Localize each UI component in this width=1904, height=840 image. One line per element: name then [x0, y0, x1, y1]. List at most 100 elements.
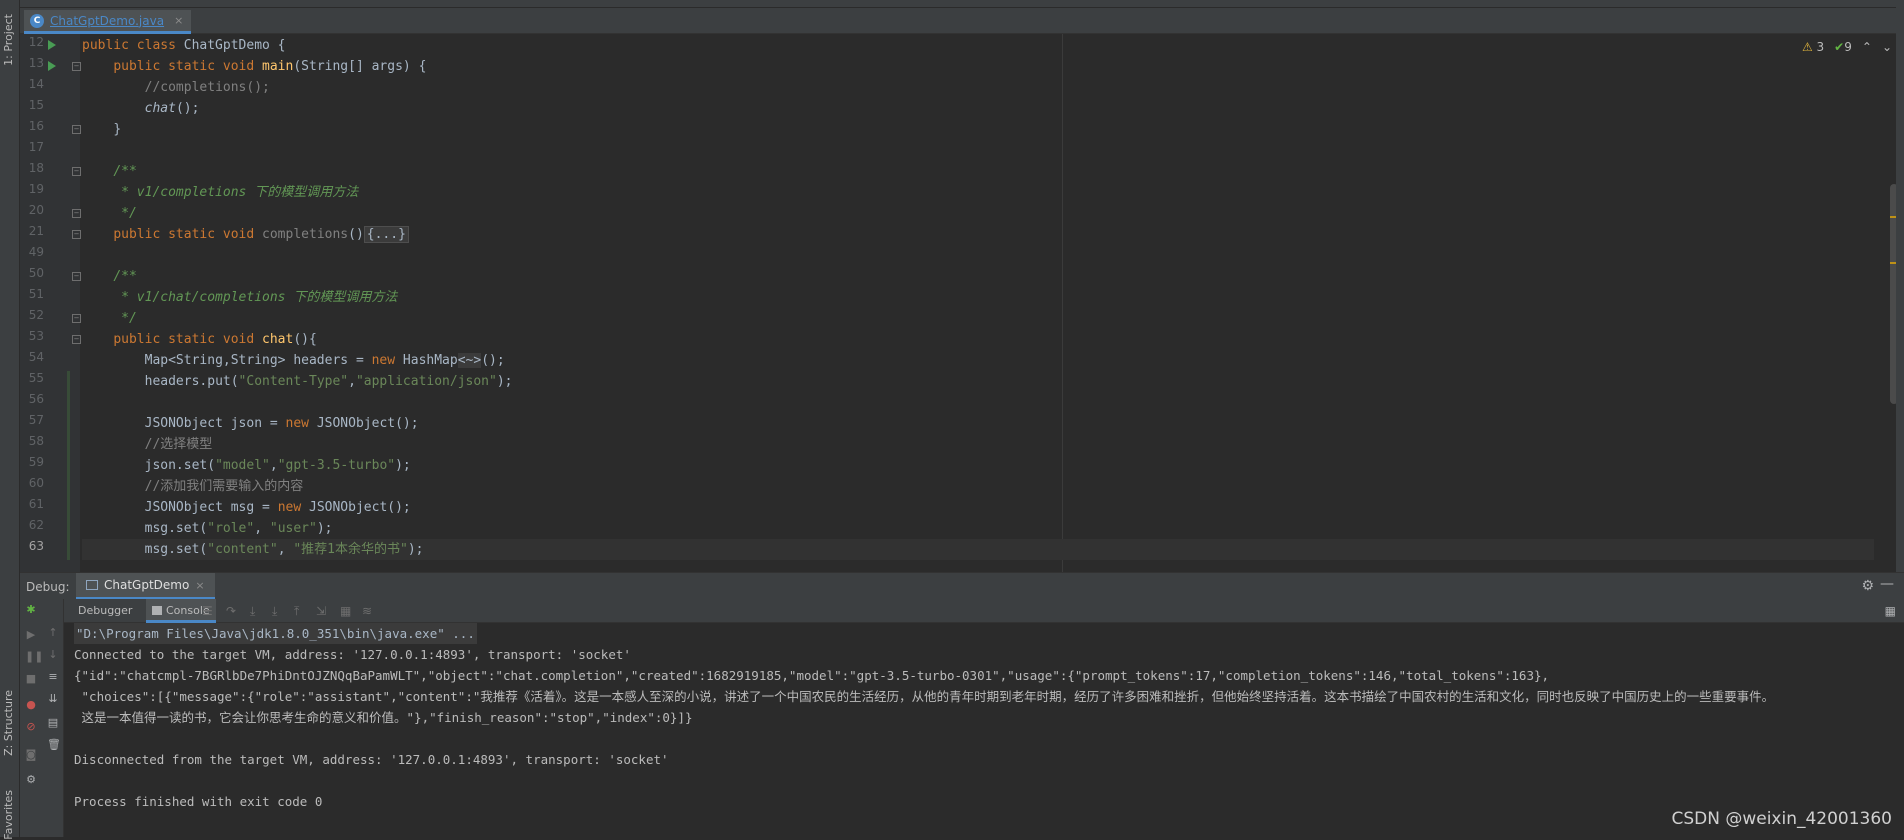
pause-icon[interactable]: ❚❚: [25, 651, 37, 663]
code-token: JSONObject();: [317, 416, 419, 431]
print-icon[interactable]: ▤: [47, 717, 59, 729]
code-line[interactable]: headers.put("Content-Type","application/…: [82, 371, 513, 392]
code-comment: //选择模型: [145, 437, 213, 452]
code-line[interactable]: public static void completions(){...}: [82, 224, 409, 245]
console-line: Connected to the target VM, address: '12…: [74, 644, 631, 665]
soft-wrap-icon[interactable]: ≡: [47, 671, 59, 683]
clear-all-icon[interactable]: 🗑: [47, 739, 59, 751]
step-out-icon[interactable]: ⤒: [294, 604, 299, 619]
right-tool-strip: [1896, 0, 1904, 572]
fold-icon[interactable]: −: [72, 335, 81, 344]
folded-region: {...}: [364, 226, 409, 243]
code-line[interactable]: JSONObject json = new JSONObject();: [82, 413, 419, 434]
line-number: 16: [24, 119, 44, 133]
camera-icon[interactable]: ◙: [25, 749, 37, 761]
code-token: public class: [82, 38, 184, 53]
evaluate-expression-icon[interactable]: ▦: [340, 604, 351, 618]
layout-icon[interactable]: ▦: [1885, 604, 1896, 618]
fold-icon[interactable]: −: [72, 314, 81, 323]
stop-icon[interactable]: ■: [25, 673, 37, 685]
line-number: 50: [24, 266, 44, 280]
code-token: }: [113, 122, 121, 137]
code-token: ,: [254, 521, 270, 536]
code-line[interactable]: public class ChatGptDemo {: [82, 35, 286, 56]
console-line: Process finished with exit code 0: [74, 791, 322, 812]
fold-icon[interactable]: −: [72, 62, 81, 71]
code-line[interactable]: //添加我们需要输入的内容: [82, 476, 303, 497]
menu-icon[interactable]: ☰: [202, 604, 213, 618]
resume-icon[interactable]: ▶: [25, 629, 37, 641]
next-highlight-icon[interactable]: ⌄: [1882, 40, 1892, 54]
console-output[interactable]: "D:\Program Files\Java\jdk1.8.0_351\bin\…: [74, 623, 1904, 837]
code-line[interactable]: public static void chat(){: [82, 329, 317, 350]
code-line[interactable]: * v1/completions 下的模型调用方法: [82, 182, 358, 203]
inspection-widget[interactable]: ⚠ 3 ✔9 ⌃ ⌄: [1802, 40, 1892, 54]
previous-highlight-icon[interactable]: ⌃: [1862, 40, 1872, 54]
code-line[interactable]: */: [82, 203, 137, 224]
project-tool-tab[interactable]: 1: Project: [2, 14, 15, 66]
line-number: 14: [24, 77, 44, 91]
doc-comment: * v1/chat/completions 下的模型调用方法: [113, 290, 397, 305]
code-line[interactable]: json.set("model","gpt-3.5-turbo");: [82, 455, 411, 476]
code-line[interactable]: * v1/chat/completions 下的模型调用方法: [82, 287, 397, 308]
code-line[interactable]: public static void main(String[] args) {: [82, 56, 426, 77]
close-run-tab-icon[interactable]: ×: [195, 579, 204, 592]
favorites-tool-tab[interactable]: Favorites: [2, 790, 15, 840]
console-action-toolbar: ↑ ↓ ≡ ⇊ ▤ 🗑: [42, 599, 64, 837]
code-area[interactable]: public class ChatGptDemo { public static…: [82, 34, 1874, 572]
code-line[interactable]: //completions();: [82, 77, 270, 98]
run-config-tab[interactable]: ChatGptDemo ×: [76, 573, 215, 600]
view-breakpoints-icon[interactable]: ●: [25, 699, 37, 711]
line-number: 62: [24, 518, 44, 532]
code-line[interactable]: /**: [82, 266, 137, 287]
line-number: 18: [24, 161, 44, 175]
string-literal: "content": [207, 542, 277, 557]
run-gutter-icon[interactable]: [48, 61, 56, 71]
minimize-icon[interactable]: —: [1880, 576, 1894, 592]
line-number: 60: [24, 476, 44, 490]
settings-gear-icon[interactable]: ⚙: [1861, 578, 1874, 594]
line-number: 58: [24, 434, 44, 448]
run-gutter-icon[interactable]: [48, 40, 56, 50]
code-line[interactable]: msg.set("role", "user");: [82, 518, 333, 539]
code-editor[interactable]: 1213−141516−1718−1920−21−4950−5152−53−54…: [20, 34, 1904, 572]
up-icon[interactable]: ↑: [47, 627, 59, 639]
down-icon[interactable]: ↓: [47, 649, 59, 661]
code-line[interactable]: /**: [82, 161, 137, 182]
code-token: HashMap: [403, 353, 458, 368]
code-line[interactable]: Map<String,String> headers = new HashMap…: [82, 350, 505, 371]
method-name: completions: [262, 227, 348, 242]
step-into-icon[interactable]: ⤓: [250, 604, 255, 619]
code-line[interactable]: */: [82, 308, 137, 329]
scroll-to-end-icon[interactable]: ⇊: [47, 693, 59, 705]
run-to-cursor-icon[interactable]: ⇲: [316, 604, 326, 618]
fold-icon[interactable]: −: [72, 272, 81, 281]
close-tab-icon[interactable]: ×: [174, 14, 183, 27]
code-token: JSONObject();: [309, 500, 411, 515]
mute-breakpoints-icon[interactable]: ⊘: [25, 721, 37, 733]
code-token: );: [497, 374, 513, 389]
java-class-icon: C: [30, 14, 44, 28]
console-line: Disconnected from the target VM, address…: [74, 749, 669, 770]
trace-icon[interactable]: ≋: [362, 604, 372, 618]
fold-icon[interactable]: −: [72, 209, 81, 218]
code-line[interactable]: chat();: [82, 98, 199, 119]
editor-tab-chatgptdemo[interactable]: C ChatGptDemo.java ×: [24, 10, 191, 34]
force-step-into-icon[interactable]: ⤓: [272, 604, 277, 619]
settings-icon[interactable]: ⚙: [25, 774, 37, 786]
string-literal: "application/json": [356, 374, 497, 389]
string-literal: "user": [270, 521, 317, 536]
doc-comment: */: [113, 206, 136, 221]
debug-bug-icon[interactable]: ✱: [25, 604, 37, 616]
code-line[interactable]: //选择模型: [82, 434, 212, 455]
structure-tool-tab[interactable]: Z: Structure: [2, 690, 15, 756]
console-line-command: "D:\Program Files\Java\jdk1.8.0_351\bin\…: [74, 623, 477, 644]
fold-icon[interactable]: −: [72, 167, 81, 176]
fold-icon[interactable]: −: [72, 230, 81, 239]
fold-icon[interactable]: −: [72, 125, 81, 134]
step-over-icon[interactable]: ↷: [226, 604, 236, 618]
code-line[interactable]: }: [82, 119, 121, 140]
code-line[interactable]: JSONObject msg = new JSONObject();: [82, 497, 411, 518]
code-line[interactable]: msg.set("content", "推荐1本余华的书");: [82, 539, 1874, 560]
tab-debugger[interactable]: Debugger: [72, 599, 138, 623]
